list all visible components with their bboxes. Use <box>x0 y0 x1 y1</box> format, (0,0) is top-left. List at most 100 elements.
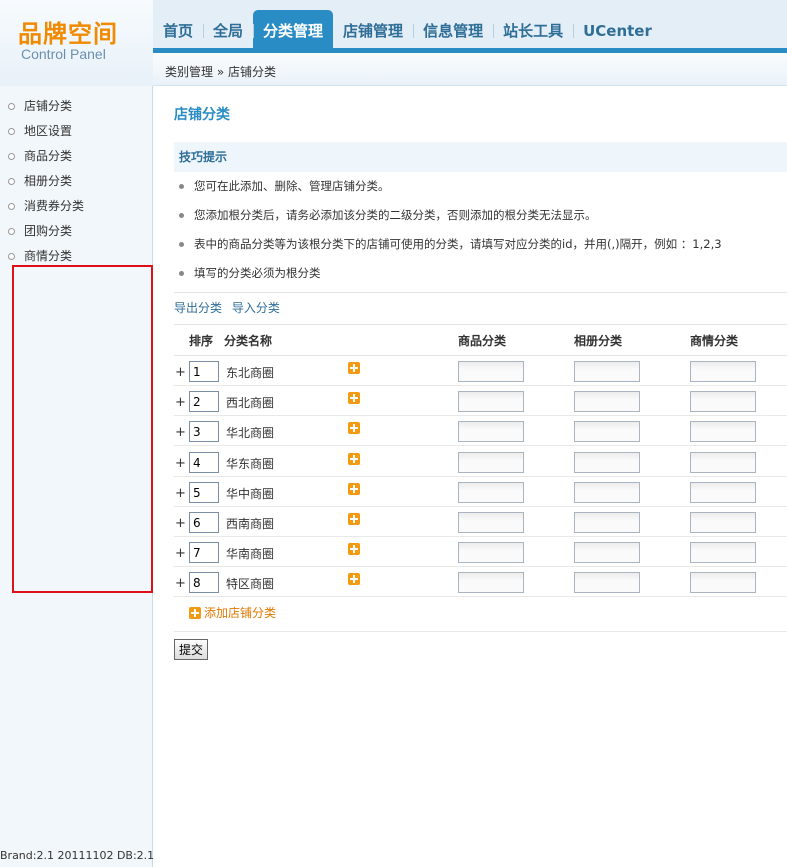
logo: 品牌空间 Control Panel <box>0 0 153 86</box>
add-shop-category-label: 添加店铺分类 <box>204 606 277 620</box>
tip-text: 表中的商品分类等为该根分类下的店铺可使用的分类，请填写对应分类的id，并用(,)… <box>194 237 722 251</box>
expand-plus-icon[interactable]: + <box>175 546 186 561</box>
business-category-input[interactable] <box>690 482 756 503</box>
goods-category-input[interactable] <box>458 452 524 473</box>
bullet-icon <box>179 242 184 247</box>
sidebar-item-groupbuy-category[interactable]: 团购分类 <box>0 219 152 244</box>
table-row: + 华中商圈 <box>174 477 787 507</box>
sidebar-item-label: 店铺分类 <box>24 99 73 113</box>
expand-plus-icon[interactable]: + <box>175 456 186 471</box>
business-category-input[interactable] <box>690 391 756 412</box>
logo-subtitle: Control Panel <box>21 46 106 62</box>
goods-category-input[interactable] <box>458 542 524 563</box>
add-shop-category-link[interactable]: 添加店铺分类 <box>189 604 276 621</box>
submit-button[interactable]: 提交 <box>174 639 209 660</box>
sidebar-item-album-category[interactable]: 相册分类 <box>0 169 152 194</box>
add-subcategory-icon[interactable] <box>348 573 360 585</box>
circle-bullet-icon <box>8 203 15 210</box>
header-business-category: 商情分类 <box>690 334 739 348</box>
order-input[interactable] <box>189 361 219 382</box>
divider <box>174 324 787 325</box>
export-link[interactable]: 导出分类 <box>174 301 222 315</box>
business-category-input[interactable] <box>690 512 756 533</box>
breadcrumb: 类别管理 » 店铺分类 <box>153 53 787 86</box>
expand-plus-icon[interactable]: + <box>175 486 186 501</box>
header-goods-category: 商品分类 <box>458 334 507 348</box>
add-subcategory-icon[interactable] <box>348 483 360 495</box>
nav-info-management[interactable]: 信息管理 <box>413 10 493 48</box>
nav-home[interactable]: 首页 <box>153 10 203 48</box>
version-info: Brand:2.1 20111102 DB:2.1 <box>0 849 155 862</box>
expand-plus-icon[interactable]: + <box>175 516 186 531</box>
logo-title: 品牌空间 <box>18 20 118 48</box>
tip-item: 表中的商品分类等为该根分类下的店铺可使用的分类，请填写对应分类的id，并用(,)… <box>174 230 787 259</box>
sidebar-item-goods-category[interactable]: 商品分类 <box>0 144 152 169</box>
business-category-input[interactable] <box>690 421 756 442</box>
business-category-input[interactable] <box>690 572 756 593</box>
nav-webmaster-tools[interactable]: 站长工具 <box>493 10 573 48</box>
add-subcategory-icon[interactable] <box>348 543 360 555</box>
table-row: + 西北商圈 <box>174 386 787 416</box>
tip-item: 您可在此添加、删除、管理店铺分类。 <box>174 172 787 201</box>
expand-plus-icon[interactable]: + <box>175 395 186 410</box>
add-subcategory-icon[interactable] <box>348 422 360 434</box>
order-input[interactable] <box>189 542 219 563</box>
album-category-input[interactable] <box>574 572 640 593</box>
album-category-input[interactable] <box>574 452 640 473</box>
nav-ucenter[interactable]: UCenter <box>573 10 662 48</box>
nav-shop-management[interactable]: 店铺管理 <box>333 10 413 48</box>
add-icon <box>189 607 201 619</box>
order-input[interactable] <box>189 421 219 442</box>
sidebar-item-shop-category[interactable]: 店铺分类 <box>0 94 152 119</box>
goods-category-input[interactable] <box>458 572 524 593</box>
add-subcategory-icon[interactable] <box>348 453 360 465</box>
order-input[interactable] <box>189 452 219 473</box>
album-category-input[interactable] <box>574 482 640 503</box>
nav-category-management[interactable]: 分类管理 <box>253 10 334 48</box>
divider <box>174 292 787 293</box>
order-input[interactable] <box>189 391 219 412</box>
expand-plus-icon[interactable]: + <box>175 425 186 440</box>
business-category-input[interactable] <box>690 542 756 563</box>
business-category-input[interactable] <box>690 361 756 382</box>
sidebar-item-region-settings[interactable]: 地区设置 <box>0 119 152 144</box>
album-category-input[interactable] <box>574 361 640 382</box>
expand-plus-icon[interactable]: + <box>175 365 186 380</box>
divider <box>174 631 787 632</box>
order-input[interactable] <box>189 572 219 593</box>
nav-global[interactable]: 全局 <box>203 10 253 48</box>
table-row: + 华东商圈 <box>174 447 787 477</box>
import-link[interactable]: 导入分类 <box>232 301 280 315</box>
goods-category-input[interactable] <box>458 391 524 412</box>
category-name: 华中商圈 <box>226 487 275 501</box>
album-category-input[interactable] <box>574 391 640 412</box>
add-subcategory-icon[interactable] <box>348 513 360 525</box>
circle-bullet-icon <box>8 178 15 185</box>
expand-plus-icon[interactable]: + <box>175 576 186 591</box>
sidebar: 店铺分类 地区设置 商品分类 相册分类 消费券分类 团购分类 商情分类 Bran… <box>0 86 155 867</box>
goods-category-input[interactable] <box>458 512 524 533</box>
circle-bullet-icon <box>8 103 15 110</box>
sidebar-item-label: 地区设置 <box>24 124 73 138</box>
top-nav: 首页 全局 分类管理 店铺管理 信息管理 站长工具 UCenter <box>153 10 662 48</box>
sidebar-item-business-category[interactable]: 商情分类 <box>0 244 152 269</box>
category-name: 西北商圈 <box>226 396 275 410</box>
add-subcategory-icon[interactable] <box>348 362 360 374</box>
sidebar-item-coupon-category[interactable]: 消费券分类 <box>0 194 152 219</box>
goods-category-input[interactable] <box>458 361 524 382</box>
order-input[interactable] <box>189 482 219 503</box>
goods-category-input[interactable] <box>458 482 524 503</box>
circle-bullet-icon <box>8 153 15 160</box>
sidebar-item-label: 商品分类 <box>24 149 73 163</box>
add-subcategory-icon[interactable] <box>348 392 360 404</box>
category-name: 特区商圈 <box>226 577 275 591</box>
album-category-input[interactable] <box>574 512 640 533</box>
circle-bullet-icon <box>8 228 15 235</box>
album-category-input[interactable] <box>574 421 640 442</box>
order-input[interactable] <box>189 512 219 533</box>
category-name: 华东商圈 <box>226 457 275 471</box>
album-category-input[interactable] <box>574 542 640 563</box>
sidebar-item-label: 团购分类 <box>24 224 73 238</box>
business-category-input[interactable] <box>690 452 756 473</box>
goods-category-input[interactable] <box>458 421 524 442</box>
